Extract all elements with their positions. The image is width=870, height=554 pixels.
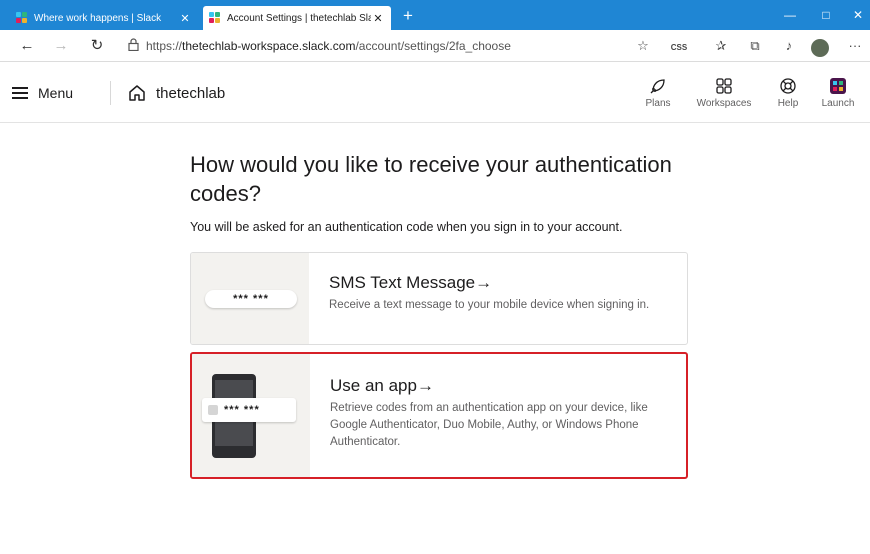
tab-title: Where work happens | Slack — [34, 12, 162, 24]
slack-header: Menu thetechlab Plans Workspaces Help La… — [0, 63, 870, 123]
url-input[interactable]: https://thetechlab-workspace.slack.com/a… — [128, 34, 648, 58]
app-option-card[interactable]: *** *** Use an app→ Retrieve codes from … — [190, 352, 688, 479]
workspace-home-link[interactable]: thetechlab — [128, 83, 225, 103]
close-window-button[interactable]: ✕ — [840, 0, 870, 30]
close-tab-icon[interactable]: ✕ — [178, 12, 192, 25]
lifebuoy-icon — [780, 78, 796, 94]
favorites-list-icon[interactable]: ✰ — [710, 36, 732, 56]
tab-account-settings[interactable]: Account Settings | thetechlab Sla ✕ — [203, 6, 391, 30]
sms-option-card[interactable]: *** *** SMS Text Message→ Receive a text… — [190, 252, 688, 345]
grid-icon — [716, 78, 732, 94]
workspace-name: thetechlab — [156, 84, 226, 102]
lock-icon — [128, 38, 146, 54]
refresh-icon[interactable]: ↻ — [86, 36, 108, 56]
back-arrow-icon[interactable]: ← — [16, 36, 38, 56]
slack-favicon-icon — [16, 12, 28, 24]
app-illustration: *** *** — [192, 354, 310, 477]
collections-icon[interactable]: ⧉ — [744, 36, 766, 56]
nav-label: Workspaces — [696, 98, 752, 109]
more-options-icon[interactable]: ··· — [844, 36, 866, 56]
menu-button[interactable]: Menu — [12, 83, 73, 103]
url-host: thetechlab-workspace.slack.com — [182, 39, 356, 53]
slack-app-icon — [830, 78, 846, 94]
app-code-sample: *** *** — [224, 404, 260, 416]
close-tab-icon[interactable]: ✕ — [371, 12, 385, 25]
url-scheme: https:// — [146, 39, 183, 53]
menu-label: Menu — [38, 85, 74, 101]
home-icon — [129, 85, 145, 101]
browser-tab-bar: Where work happens | Slack ✕ Account Set… — [0, 0, 870, 30]
nav-label: Launch — [821, 98, 855, 109]
maximize-button[interactable]: □ — [808, 0, 844, 30]
css-extension-icon[interactable]: CSS — [668, 36, 690, 56]
sms-code-bubble: *** *** — [205, 290, 297, 308]
nav-label: Plans — [645, 98, 671, 109]
option-title: SMS Text Message→ — [329, 273, 493, 292]
tab-slack-home[interactable]: Where work happens | Slack ✕ — [10, 6, 198, 30]
minimize-button[interactable]: — — [772, 0, 808, 30]
nav-workspaces[interactable]: Workspaces — [692, 77, 756, 109]
sms-illustration: *** *** — [191, 253, 309, 344]
page-title: How would you like to receive your authe… — [190, 152, 672, 206]
option-description: Retrieve codes from an authentication ap… — [330, 402, 648, 448]
header-divider — [110, 81, 111, 105]
favorite-star-icon[interactable]: ☆ — [632, 36, 654, 56]
tab-title: Account Settings | thetechlab Sla — [227, 12, 371, 24]
url-path: /account/settings/2fa_choose — [355, 39, 511, 53]
option-title: Use an app→ — [330, 376, 434, 395]
hamburger-icon — [12, 87, 28, 99]
slack-favicon-icon — [209, 12, 221, 24]
nav-label: Help — [777, 98, 799, 109]
profile-avatar[interactable] — [811, 39, 829, 57]
nav-plans[interactable]: Plans — [626, 77, 690, 109]
address-bar: ← → ↻ https://thetechlab-workspace.slack… — [0, 30, 870, 62]
app-code-card: *** *** — [202, 398, 296, 422]
forward-arrow-icon[interactable]: → — [50, 36, 72, 56]
rocket-icon — [650, 79, 665, 94]
new-tab-button[interactable]: + — [398, 6, 418, 26]
option-description: Receive a text message to your mobile de… — [329, 299, 650, 311]
read-aloud-icon[interactable]: ♪ — [778, 36, 800, 56]
app-placeholder-icon — [208, 405, 218, 415]
nav-launch[interactable]: Launch — [806, 77, 870, 109]
main-content: How would you like to receive your authe… — [190, 150, 690, 234]
page-subtitle: You will be asked for an authentication … — [190, 220, 623, 234]
